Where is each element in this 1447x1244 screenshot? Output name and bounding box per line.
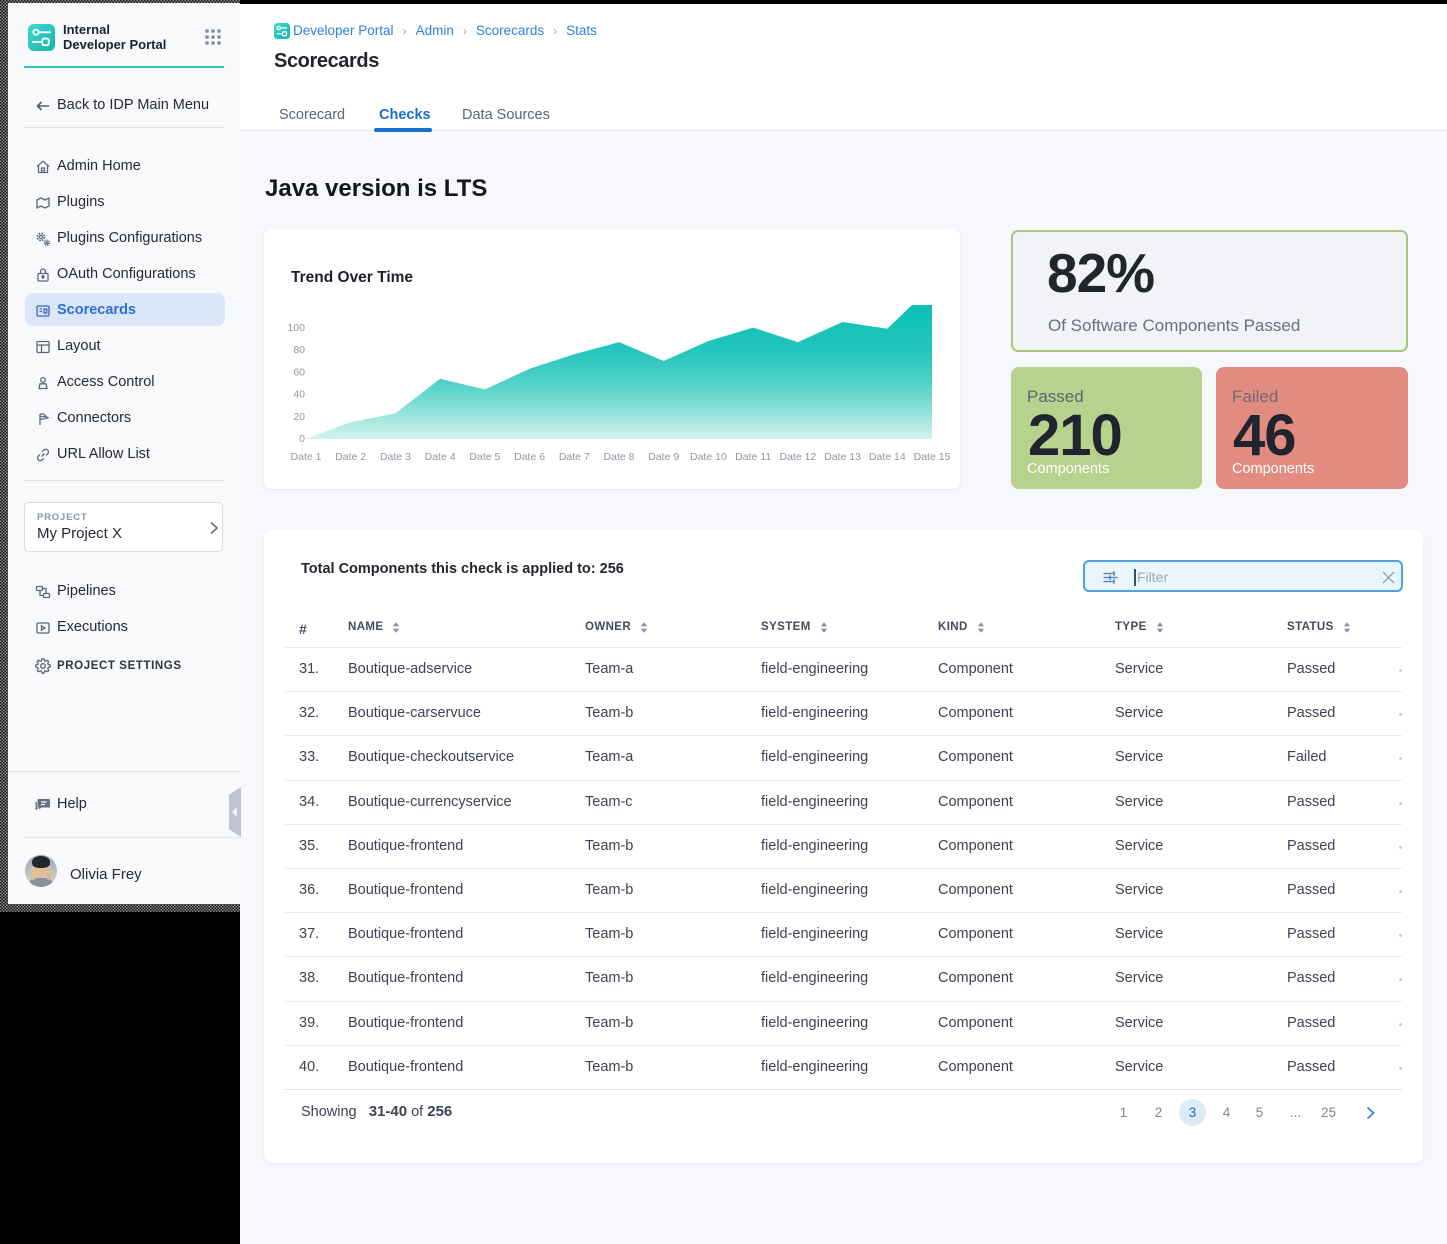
svg-text:Date 5: Date 5 bbox=[469, 451, 500, 463]
svg-text:Date 1: Date 1 bbox=[291, 451, 322, 463]
svg-text:Date 15: Date 15 bbox=[914, 451, 951, 463]
svg-text:Date 4: Date 4 bbox=[425, 451, 456, 463]
svg-text:100: 100 bbox=[287, 322, 305, 334]
svg-text:0: 0 bbox=[299, 433, 305, 445]
svg-text:Date 7: Date 7 bbox=[559, 451, 590, 463]
svg-text:Date 10: Date 10 bbox=[690, 451, 727, 463]
svg-text:Date 14: Date 14 bbox=[869, 451, 906, 463]
svg-text:40: 40 bbox=[293, 389, 305, 401]
svg-text:80: 80 bbox=[293, 344, 305, 356]
svg-text:Date 12: Date 12 bbox=[780, 451, 817, 463]
svg-text:Date 8: Date 8 bbox=[604, 451, 635, 463]
svg-text:Date 6: Date 6 bbox=[514, 451, 545, 463]
svg-text:Date 3: Date 3 bbox=[380, 451, 411, 463]
svg-text:Date 11: Date 11 bbox=[735, 451, 771, 463]
svg-text:60: 60 bbox=[293, 367, 305, 379]
svg-text:Date 9: Date 9 bbox=[648, 451, 679, 463]
svg-text:Date 2: Date 2 bbox=[335, 451, 366, 463]
svg-text:20: 20 bbox=[293, 411, 305, 423]
svg-text:Date 13: Date 13 bbox=[824, 451, 861, 463]
